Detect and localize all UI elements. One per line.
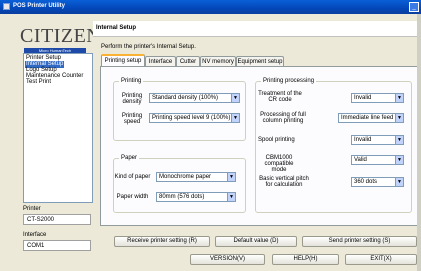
paper-width-label: Paper width xyxy=(116,194,149,200)
cr-code-value: Invalid xyxy=(354,95,372,101)
dropdown-arrow-icon: ▼ xyxy=(227,193,235,201)
full-column-select[interactable]: Immediate line feed ▼ xyxy=(338,113,404,123)
dropdown-arrow-icon: ▼ xyxy=(395,178,403,186)
window-titlebar: POS Printer Utility _ xyxy=(0,0,421,14)
paper-group-title: Paper xyxy=(119,155,140,161)
printing-group: Printing Printing density Standard densi… xyxy=(113,78,246,141)
page-description: Perform the printer's Internal Setup. xyxy=(101,44,196,50)
dropdown-arrow-icon: ▼ xyxy=(227,173,235,181)
printer-label: Printer xyxy=(23,206,41,212)
printing-processing-group: Printing processing Treatment of the CR … xyxy=(255,78,412,213)
paper-group: Paper Kind of paper Monochrome paper ▼ P… xyxy=(113,155,246,213)
version-button[interactable]: VERSION(V) xyxy=(190,254,265,265)
cr-code-select[interactable]: Invalid ▼ xyxy=(351,93,404,103)
tab-interface[interactable]: Interface xyxy=(145,56,176,66)
dropdown-arrow-icon: ▼ xyxy=(395,94,403,102)
vertical-pitch-label: Basic vertical pitch for calculation xyxy=(259,176,309,188)
kind-of-paper-select[interactable]: Monochrome paper ▼ xyxy=(156,172,236,182)
spool-printing-select[interactable]: Invalid ▼ xyxy=(351,135,404,145)
paper-width-select[interactable]: 80mm (576 dots) ▼ xyxy=(156,192,236,202)
citizen-logo: CITIZEN xyxy=(20,25,102,47)
printing-density-select[interactable]: Standard density (100%) ▼ xyxy=(149,93,240,103)
printing-density-label: Printing density xyxy=(121,93,143,105)
setup-menu-list[interactable]: Printer Setup Internal Setup Logo Setup … xyxy=(23,53,93,203)
window-right-edge xyxy=(417,14,421,271)
cbm1000-mode-select[interactable]: Valid ▼ xyxy=(351,155,404,165)
menu-item-test-print[interactable]: Test Print xyxy=(25,79,52,86)
printer-model-field: CT-S2000 xyxy=(23,214,91,225)
tab-panel-printing-setup: Printing Printing density Standard densi… xyxy=(100,66,421,226)
printing-speed-value: Printing speed level 9 (100%) xyxy=(152,115,231,121)
printing-processing-group-title: Printing processing xyxy=(261,78,317,84)
cbm1000-mode-label: CBM1000 compatible mode xyxy=(264,155,294,173)
send-printer-setting-button[interactable]: Send printer setting (S) xyxy=(302,236,417,247)
interface-label: Interface xyxy=(23,232,47,238)
cr-code-label: Treatment of the CR code xyxy=(258,91,302,103)
paper-width-value: 80mm (576 dots) xyxy=(159,194,205,200)
dropdown-arrow-icon: ▼ xyxy=(231,114,239,122)
spool-printing-label: Spool printing xyxy=(258,137,295,143)
printing-speed-select[interactable]: Printing speed level 9 (100%) ▼ xyxy=(149,113,240,123)
dropdown-arrow-icon: ▼ xyxy=(395,114,403,122)
printing-group-title: Printing xyxy=(119,78,144,84)
dropdown-arrow-icon: ▼ xyxy=(395,156,403,164)
app-icon xyxy=(3,3,10,10)
printing-density-value: Standard density (100%) xyxy=(152,95,219,101)
printing-speed-label: Printing speed xyxy=(121,113,143,125)
tab-cutter[interactable]: Cutter xyxy=(176,56,200,66)
default-value-button[interactable]: Default value (D) xyxy=(215,236,297,247)
tab-equipment-setup[interactable]: Equipment setup xyxy=(236,56,284,66)
kind-of-paper-label: Kind of paper xyxy=(114,174,151,180)
dropdown-arrow-icon: ▼ xyxy=(395,136,403,144)
full-column-value: Immediate line feed xyxy=(341,115,394,121)
exit-button[interactable]: EXIT(X) xyxy=(345,254,417,265)
page-title: Internal Setup xyxy=(96,25,137,31)
dropdown-arrow-icon: ▼ xyxy=(231,94,239,102)
window-minimize-icon[interactable]: _ xyxy=(409,2,419,12)
kind-of-paper-value: Monochrome paper xyxy=(159,174,212,180)
receive-printer-setting-button[interactable]: Receive printer setting (R) xyxy=(114,236,210,247)
window-title: POS Printer Utility xyxy=(13,3,66,9)
full-column-label: Processing of full column printing xyxy=(260,112,306,124)
vertical-pitch-value: 360 dots xyxy=(354,179,378,185)
cbm1000-mode-value: Valid xyxy=(354,157,367,163)
interface-port-field: COM1 xyxy=(23,240,91,251)
vertical-pitch-select[interactable]: 360 dots ▼ xyxy=(351,177,404,187)
help-button[interactable]: HELP(H) xyxy=(272,254,339,265)
tab-nv-memory[interactable]: NV memory xyxy=(200,56,236,66)
section-header: Internal Setup xyxy=(93,21,421,37)
spool-printing-value: Invalid xyxy=(354,137,372,143)
